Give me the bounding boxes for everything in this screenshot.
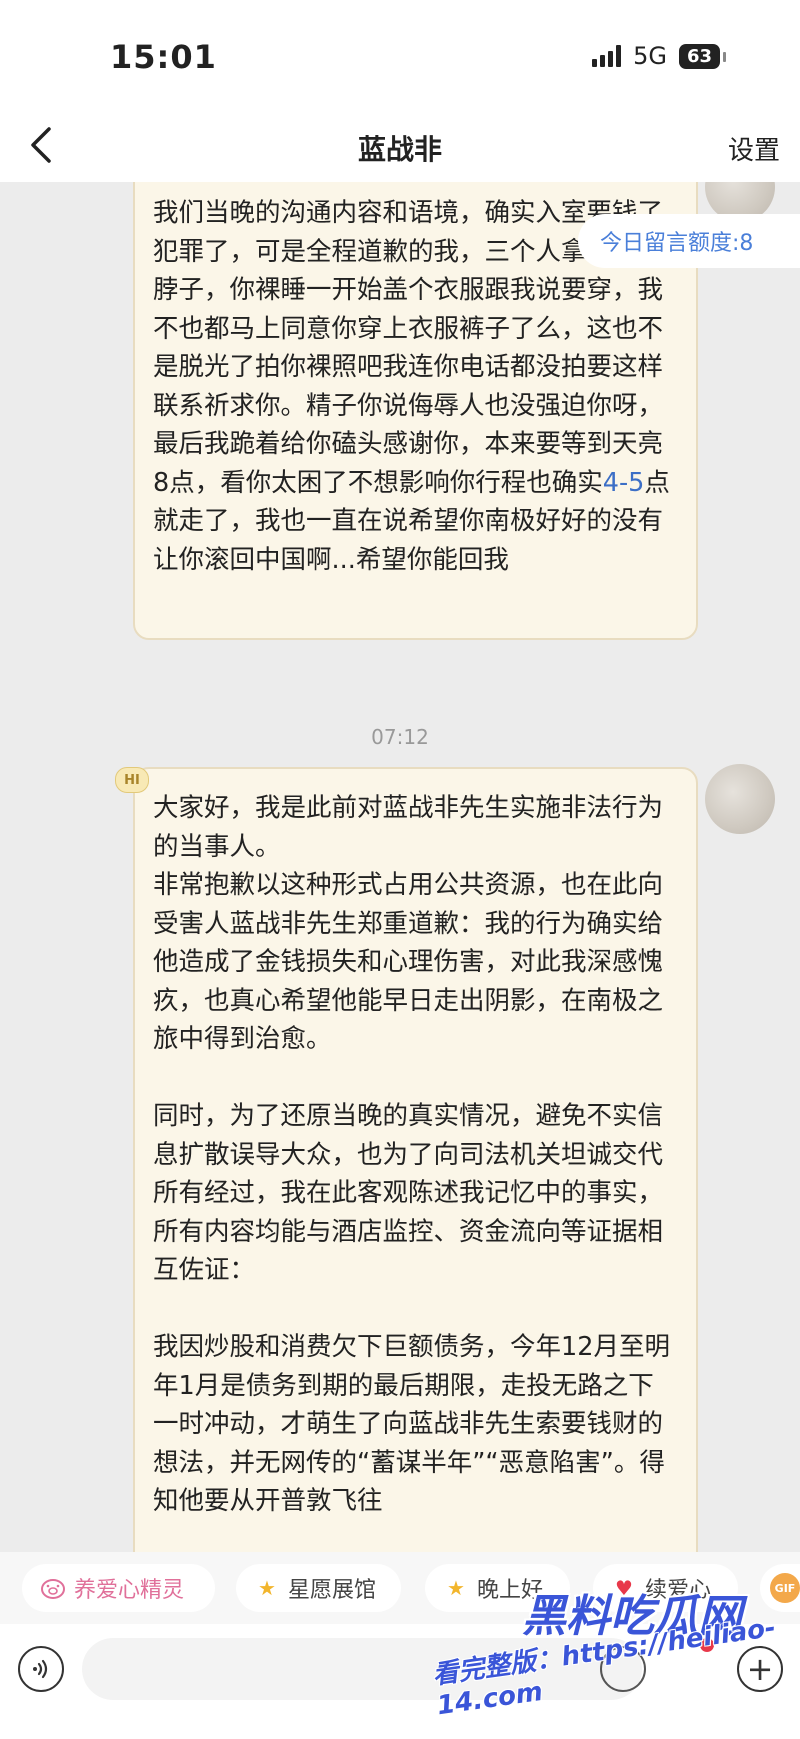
hi-badge-icon: HI: [115, 767, 149, 793]
page-title: 蓝战非: [357, 133, 442, 166]
quick-action-wish-gallery[interactable]: ★ 星愿展馆: [236, 1564, 401, 1612]
status-indicators: 5G 63: [592, 42, 727, 70]
pig-icon: [40, 1575, 66, 1601]
quick-action-pet[interactable]: 养爱心精灵: [22, 1564, 215, 1612]
nav-bar: 蓝战非 设置: [0, 110, 800, 182]
avatar[interactable]: [705, 764, 775, 834]
voice-icon[interactable]: [18, 1646, 64, 1692]
message-highlight-text: 4-5: [602, 467, 645, 498]
signal-icon: [592, 45, 622, 67]
message-timestamp: 07:12: [371, 725, 429, 749]
chat-area[interactable]: 我们当晚的沟通内容和语境，确实入室要钱了犯罪了，可是全程道歉的我，三个人拿刀架你…: [0, 182, 800, 1552]
star-icon: ★: [447, 1576, 465, 1600]
star-face-icon: ★: [258, 1576, 276, 1600]
quick-action-label: 养爱心精灵: [74, 1578, 185, 1603]
status-time: 15:01: [110, 38, 217, 76]
quick-action-label: 星愿展馆: [288, 1578, 377, 1603]
network-label: 5G: [633, 42, 667, 70]
status-bar: 15:01 5G 63: [0, 0, 800, 110]
battery-icon: 63: [678, 43, 727, 69]
settings-button[interactable]: 设置: [728, 130, 780, 167]
message-bubble: 大家好，我是此前对蓝战非先生实施非法行为的当事人。 非常抱歉以这种形式占用公共资…: [133, 767, 698, 1552]
message-text: 大家好，我是此前对蓝战非先生实施非法行为的当事人。 非常抱歉以这种形式占用公共资…: [153, 793, 670, 1516]
gif-icon: GIF: [770, 1573, 800, 1603]
quota-badge[interactable]: 今日留言额度:8: [578, 214, 800, 268]
